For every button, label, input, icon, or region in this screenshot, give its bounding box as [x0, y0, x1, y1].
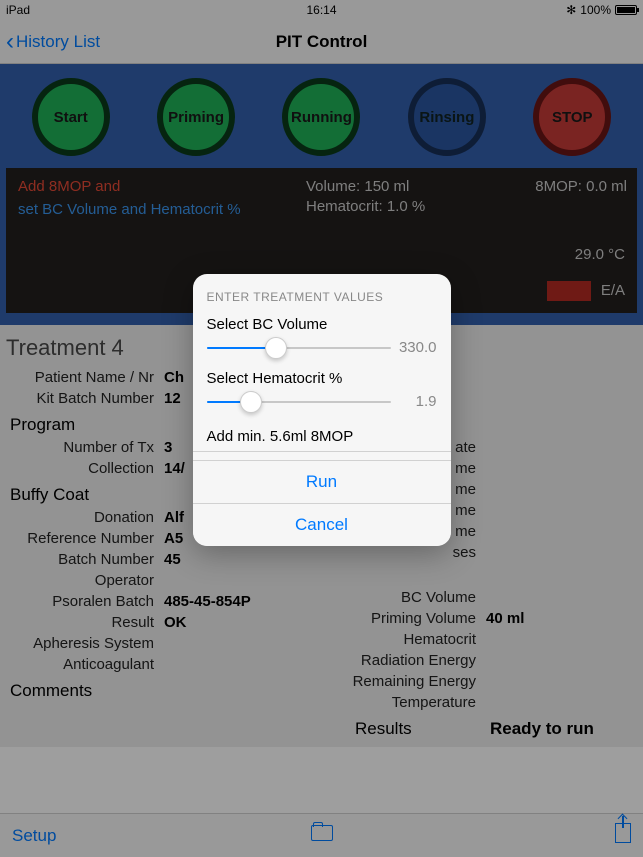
bc-volume-label: Select BC Volume: [207, 316, 437, 333]
treatment-dialog: ENTER TREATMENT VALUES Select BC Volume …: [193, 274, 451, 546]
hematocrit-value: 1.9: [391, 393, 437, 410]
hematocrit-slider[interactable]: 1.9: [207, 393, 437, 410]
bc-volume-value: 330.0: [391, 339, 437, 356]
dialog-header: ENTER TREATMENT VALUES: [207, 290, 437, 304]
run-button[interactable]: Run: [193, 460, 451, 503]
bc-volume-slider[interactable]: 330.0: [207, 339, 437, 356]
add-mop-label: Add min. 5.6ml 8MOP: [193, 424, 451, 452]
hematocrit-label: Select Hematocrit %: [207, 370, 437, 387]
cancel-button[interactable]: Cancel: [193, 503, 451, 546]
